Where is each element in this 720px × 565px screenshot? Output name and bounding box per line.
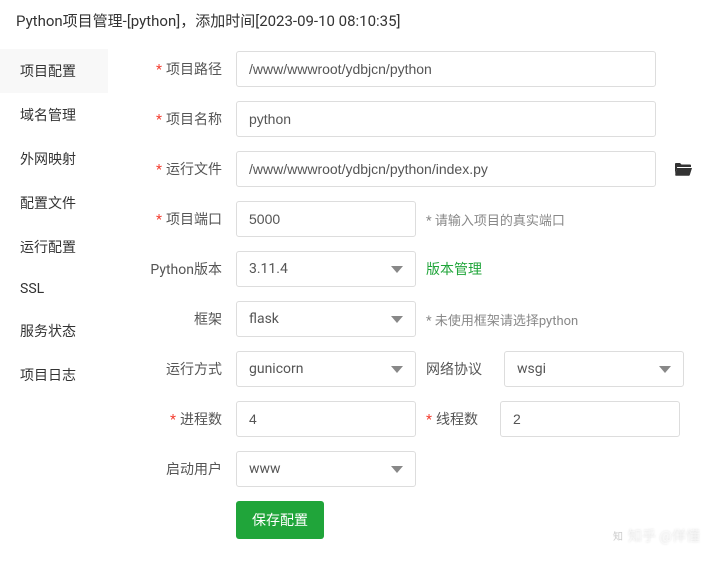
- net-protocol-select[interactable]: wsgi: [504, 351, 684, 387]
- sidebar-item-config-file[interactable]: 配置文件: [0, 181, 108, 225]
- start-user-select[interactable]: www: [236, 451, 416, 487]
- version-manage-link[interactable]: 版本管理: [426, 259, 482, 279]
- chevron-down-icon: [391, 366, 403, 373]
- sidebar-item-service-status[interactable]: 服务状态: [0, 309, 108, 353]
- framework-hint: 未使用框架请选择python: [426, 310, 578, 329]
- run-mode-select[interactable]: gunicorn: [236, 351, 416, 387]
- label-thread-num: *线程数: [426, 409, 490, 429]
- label-net-protocol: 网络协议: [426, 359, 494, 379]
- folder-open-icon[interactable]: [674, 162, 700, 176]
- sidebar-item-domain[interactable]: 域名管理: [0, 93, 108, 137]
- save-button[interactable]: 保存配置: [236, 501, 324, 539]
- project-path-input[interactable]: [236, 51, 656, 87]
- project-port-input[interactable]: [236, 201, 416, 237]
- framework-select[interactable]: flask: [236, 301, 416, 337]
- python-version-select[interactable]: 3.11.4: [236, 251, 416, 287]
- sidebar-item-run-config[interactable]: 运行配置: [0, 225, 108, 269]
- label-process-num: *进程数: [116, 409, 236, 429]
- label-run-mode: 运行方式: [116, 359, 236, 379]
- project-port-hint: 请输入项目的真实端口: [426, 210, 565, 229]
- label-project-name: *项目名称: [116, 109, 236, 129]
- chevron-down-icon: [391, 466, 403, 473]
- thread-num-input[interactable]: [500, 401, 680, 437]
- page-title: Python项目管理-[python]，添加时间[2023-09-10 08:1…: [0, 0, 720, 39]
- chevron-down-icon: [659, 366, 671, 373]
- label-project-path: *项目路径: [116, 59, 236, 79]
- chevron-down-icon: [391, 316, 403, 323]
- sidebar: 项目配置 域名管理 外网映射 配置文件 运行配置 SSL 服务状态 项目日志: [0, 39, 108, 565]
- label-start-user: 启动用户: [116, 459, 236, 479]
- label-run-file: *运行文件: [116, 159, 236, 179]
- run-file-input[interactable]: [236, 151, 656, 187]
- project-name-input[interactable]: [236, 101, 656, 137]
- sidebar-item-extranet[interactable]: 外网映射: [0, 137, 108, 181]
- sidebar-item-project-config[interactable]: 项目配置: [0, 49, 108, 93]
- label-framework: 框架: [116, 309, 236, 329]
- chevron-down-icon: [391, 266, 403, 273]
- label-python-version: Python版本: [116, 259, 236, 279]
- process-num-input[interactable]: [236, 401, 416, 437]
- main-form: *项目路径 *项目名称 *运行文件 *项目端口 请输入: [108, 39, 720, 565]
- sidebar-item-project-log[interactable]: 项目日志: [0, 353, 108, 397]
- label-project-port: *项目端口: [116, 209, 236, 229]
- sidebar-item-ssl[interactable]: SSL: [0, 269, 108, 309]
